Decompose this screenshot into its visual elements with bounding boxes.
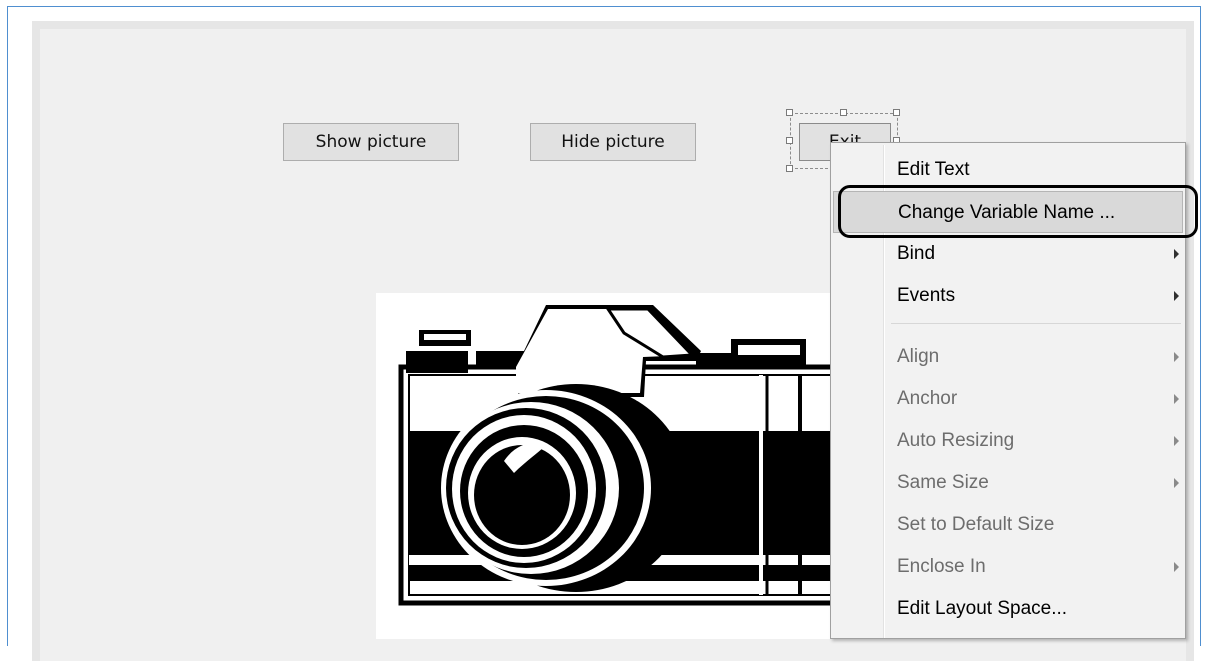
menu-item-label: Events [897, 285, 956, 306]
menu-item-label: Auto Resizing [897, 430, 1015, 451]
menu-separator [891, 323, 1181, 324]
hide-picture-button[interactable]: Hide picture [530, 123, 696, 161]
menu-item-anchor: Anchor [833, 378, 1183, 420]
resize-handle-left[interactable] [786, 137, 793, 144]
submenu-arrow-icon [1174, 291, 1179, 301]
submenu-arrow-icon [1174, 436, 1179, 446]
resize-handle-top[interactable] [840, 109, 847, 116]
menu-item-bind[interactable]: Bind [833, 233, 1183, 275]
submenu-arrow-icon [1174, 352, 1179, 362]
submenu-arrow-icon [1174, 562, 1179, 572]
menu-item-label: Enclose In [897, 556, 986, 577]
menu-item-edit-layout-space[interactable]: Edit Layout Space... [833, 588, 1183, 630]
menu-item-events[interactable]: Events [833, 275, 1183, 317]
menu-item-same-size: Same Size [833, 462, 1183, 504]
menu-item-enclose-in: Enclose In [833, 546, 1183, 588]
resize-handle-top-left[interactable] [786, 109, 793, 116]
callout-highlight [838, 185, 1198, 238]
submenu-arrow-icon [1174, 478, 1179, 488]
menu-item-label: Set to Default Size [897, 514, 1055, 535]
menu-item-label: Anchor [897, 388, 958, 409]
menu-item-align: Align [833, 336, 1183, 378]
menu-item-auto-resizing: Auto Resizing [833, 420, 1183, 462]
menu-item-label: Align [897, 346, 940, 367]
show-picture-button[interactable]: Show picture [283, 123, 459, 161]
resize-handle-bottom-left[interactable] [786, 165, 793, 172]
resize-handle-top-right[interactable] [893, 109, 900, 116]
menu-item-label: Bind [897, 243, 936, 264]
menu-item-set-to-default-size: Set to Default Size [833, 504, 1183, 546]
camera-icon [398, 305, 836, 606]
submenu-arrow-icon [1174, 394, 1179, 404]
picture-box[interactable] [376, 293, 836, 639]
menu-item-label: Edit Layout Space... [897, 598, 1068, 619]
submenu-arrow-icon [1174, 249, 1179, 259]
menu-item-label: Same Size [897, 472, 989, 493]
